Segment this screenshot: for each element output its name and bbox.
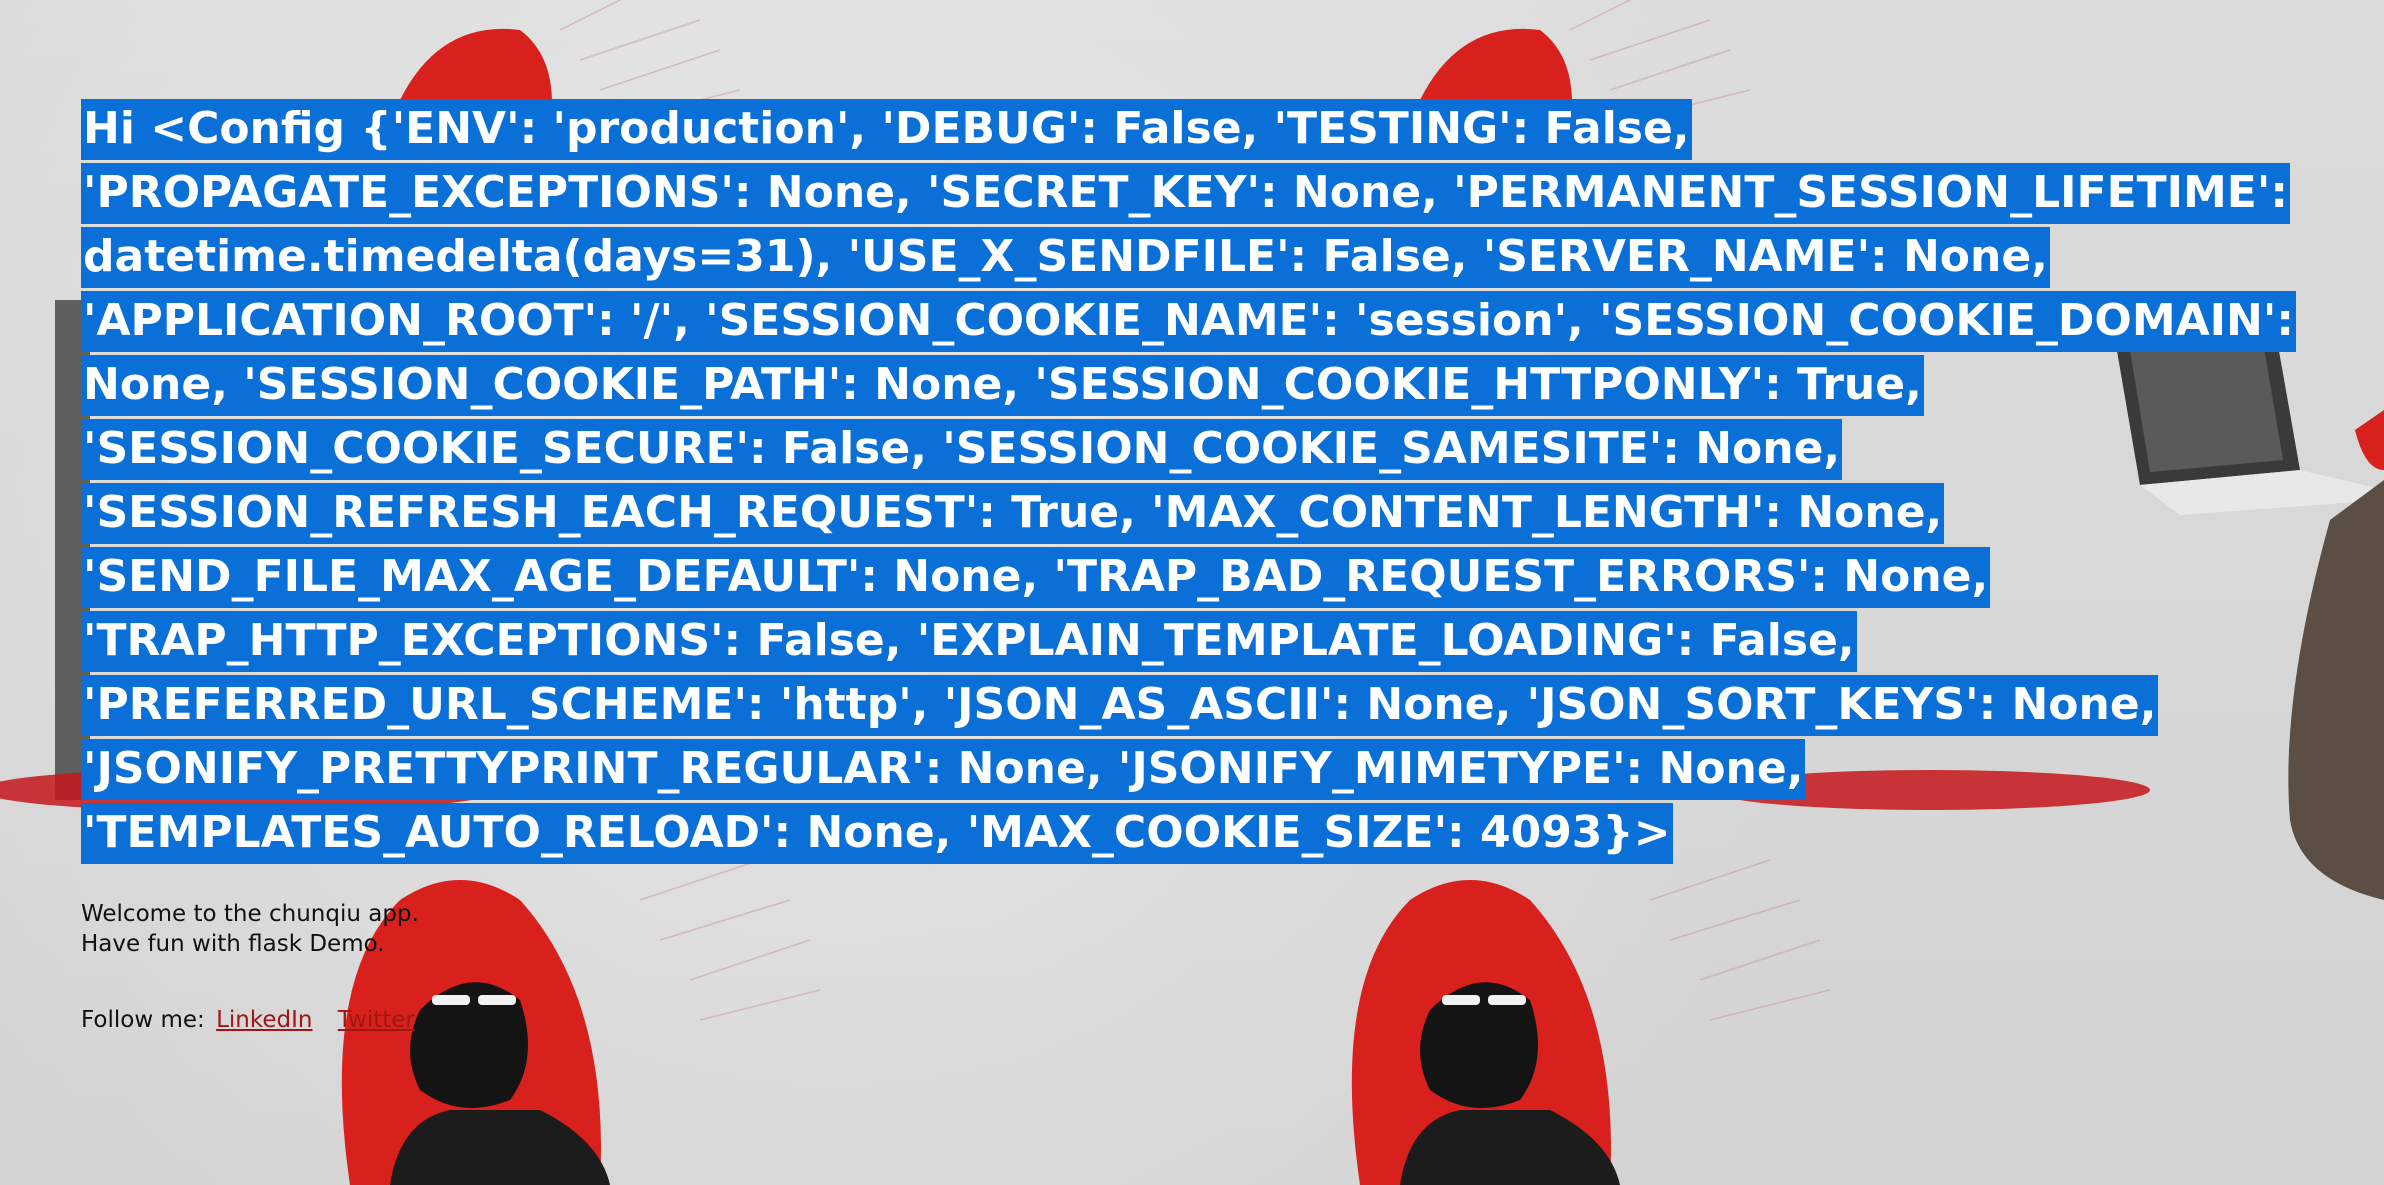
follow-links: Follow me: LinkedIn Twitter	[81, 1005, 2371, 1035]
linkedin-link[interactable]: LinkedIn	[216, 1007, 312, 1033]
follow-label: Follow me:	[81, 1007, 205, 1033]
welcome-line: Welcome to the chunqiu app.	[81, 901, 419, 927]
twitter-link[interactable]: Twitter	[338, 1007, 415, 1033]
welcome-message: Welcome to the chunqiu app. Have fun wit…	[81, 899, 2371, 959]
selected-config-text[interactable]: Hi <Config {'ENV': 'production', 'DEBUG'…	[81, 99, 2296, 864]
demo-line: Have fun with flask Demo.	[81, 931, 385, 957]
page-content: Hi <Config {'ENV': 'production', 'DEBUG'…	[81, 97, 2371, 1035]
config-greeting-heading: Hi <Config {'ENV': 'production', 'DEBUG'…	[81, 97, 2371, 865]
